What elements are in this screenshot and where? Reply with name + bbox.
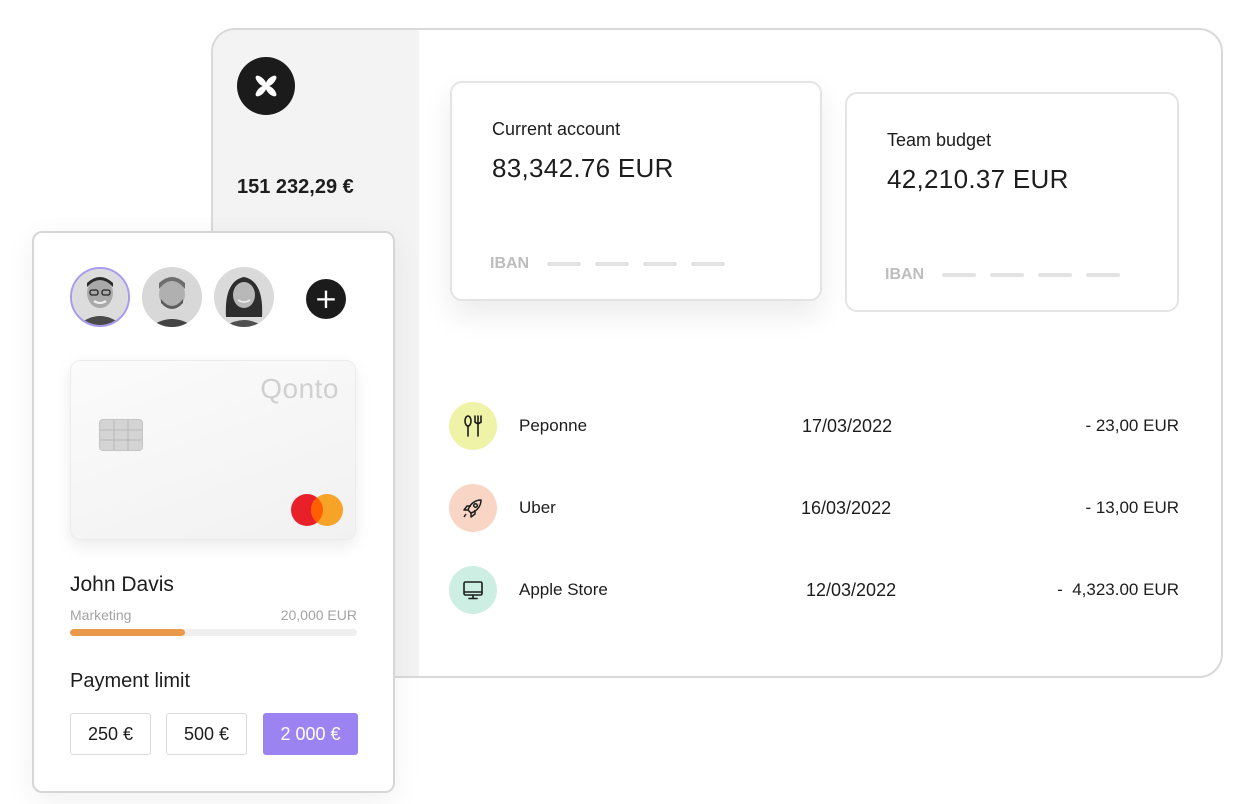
transaction-date: 17/03/2022 xyxy=(802,416,893,436)
limit-option-2000[interactable]: 2 000 € xyxy=(263,713,358,755)
iban-mask xyxy=(1038,273,1073,277)
transaction-date: 16/03/2022 xyxy=(801,498,892,518)
transaction-row[interactable]: Apple Store 12/03/2022 - 4,323.00 EUR xyxy=(449,566,1179,614)
avatar[interactable] xyxy=(70,267,130,327)
transaction-row[interactable]: Uber 16/03/2022 - 13,00 EUR xyxy=(449,484,1179,532)
avatar[interactable] xyxy=(214,267,274,327)
merchant-name: Apple Store xyxy=(519,580,608,599)
merchant-name: Uber xyxy=(519,498,556,517)
iban-mask xyxy=(595,262,630,266)
iban-mask xyxy=(942,273,977,277)
qonto-logo-icon[interactable] xyxy=(237,57,295,115)
account-amount: 83,342.76 EUR xyxy=(492,153,674,183)
transaction-amount: - 23,00 EUR xyxy=(1085,416,1179,435)
limit-option-250[interactable]: 250 € xyxy=(70,713,151,755)
budget-progress-bar xyxy=(70,629,357,636)
current-account-card[interactable]: Current account 83,342.76 EUR IBAN xyxy=(450,81,822,301)
account-amount: 42,210.37 EUR xyxy=(887,164,1069,194)
transaction-date: 12/03/2022 xyxy=(806,580,897,600)
total-balance: 151 232,29 € xyxy=(237,176,354,198)
rocket-icon xyxy=(449,484,497,532)
account-name: Team budget xyxy=(887,130,992,150)
iban-label: IBAN xyxy=(490,255,530,272)
avatar[interactable] xyxy=(142,267,202,327)
iban-mask xyxy=(547,262,582,266)
payment-card[interactable]: Qonto xyxy=(70,360,356,540)
mastercard-logo-icon xyxy=(291,494,343,526)
payment-limit-title: Payment limit xyxy=(70,670,191,692)
department-label: Marketing xyxy=(70,607,132,623)
iban-mask xyxy=(1086,273,1121,277)
monitor-icon xyxy=(449,566,497,614)
budget-amount: 20,000 EUR xyxy=(280,607,357,623)
transaction-amount: - 13,00 EUR xyxy=(1085,498,1179,517)
add-member-button[interactable]: + xyxy=(306,279,346,319)
transaction-amount: - 4,323.00 EUR xyxy=(1057,580,1179,599)
fork-knife-icon xyxy=(449,402,497,450)
transaction-row[interactable]: Peponne 17/03/2022 - 23,00 EUR xyxy=(449,402,1179,450)
iban-row: IBAN xyxy=(490,255,726,273)
iban-mask xyxy=(691,262,726,266)
limit-option-500[interactable]: 500 € xyxy=(166,713,247,755)
iban-row: IBAN xyxy=(885,266,1121,284)
iban-label: IBAN xyxy=(885,266,925,283)
account-name: Current account xyxy=(492,119,621,139)
budget-progress-fill xyxy=(70,629,185,636)
iban-mask xyxy=(990,273,1025,277)
cardholder-name: John Davis xyxy=(70,573,174,596)
iban-mask xyxy=(643,262,678,266)
card-brand: Qonto xyxy=(260,373,339,404)
card-chip-icon xyxy=(99,419,143,451)
team-budget-card[interactable]: Team budget 42,210.37 EUR IBAN xyxy=(845,92,1179,312)
card-management-panel: + Qonto John Davis Marketing 20,000 EUR … xyxy=(32,231,395,793)
merchant-name: Peponne xyxy=(519,416,588,435)
